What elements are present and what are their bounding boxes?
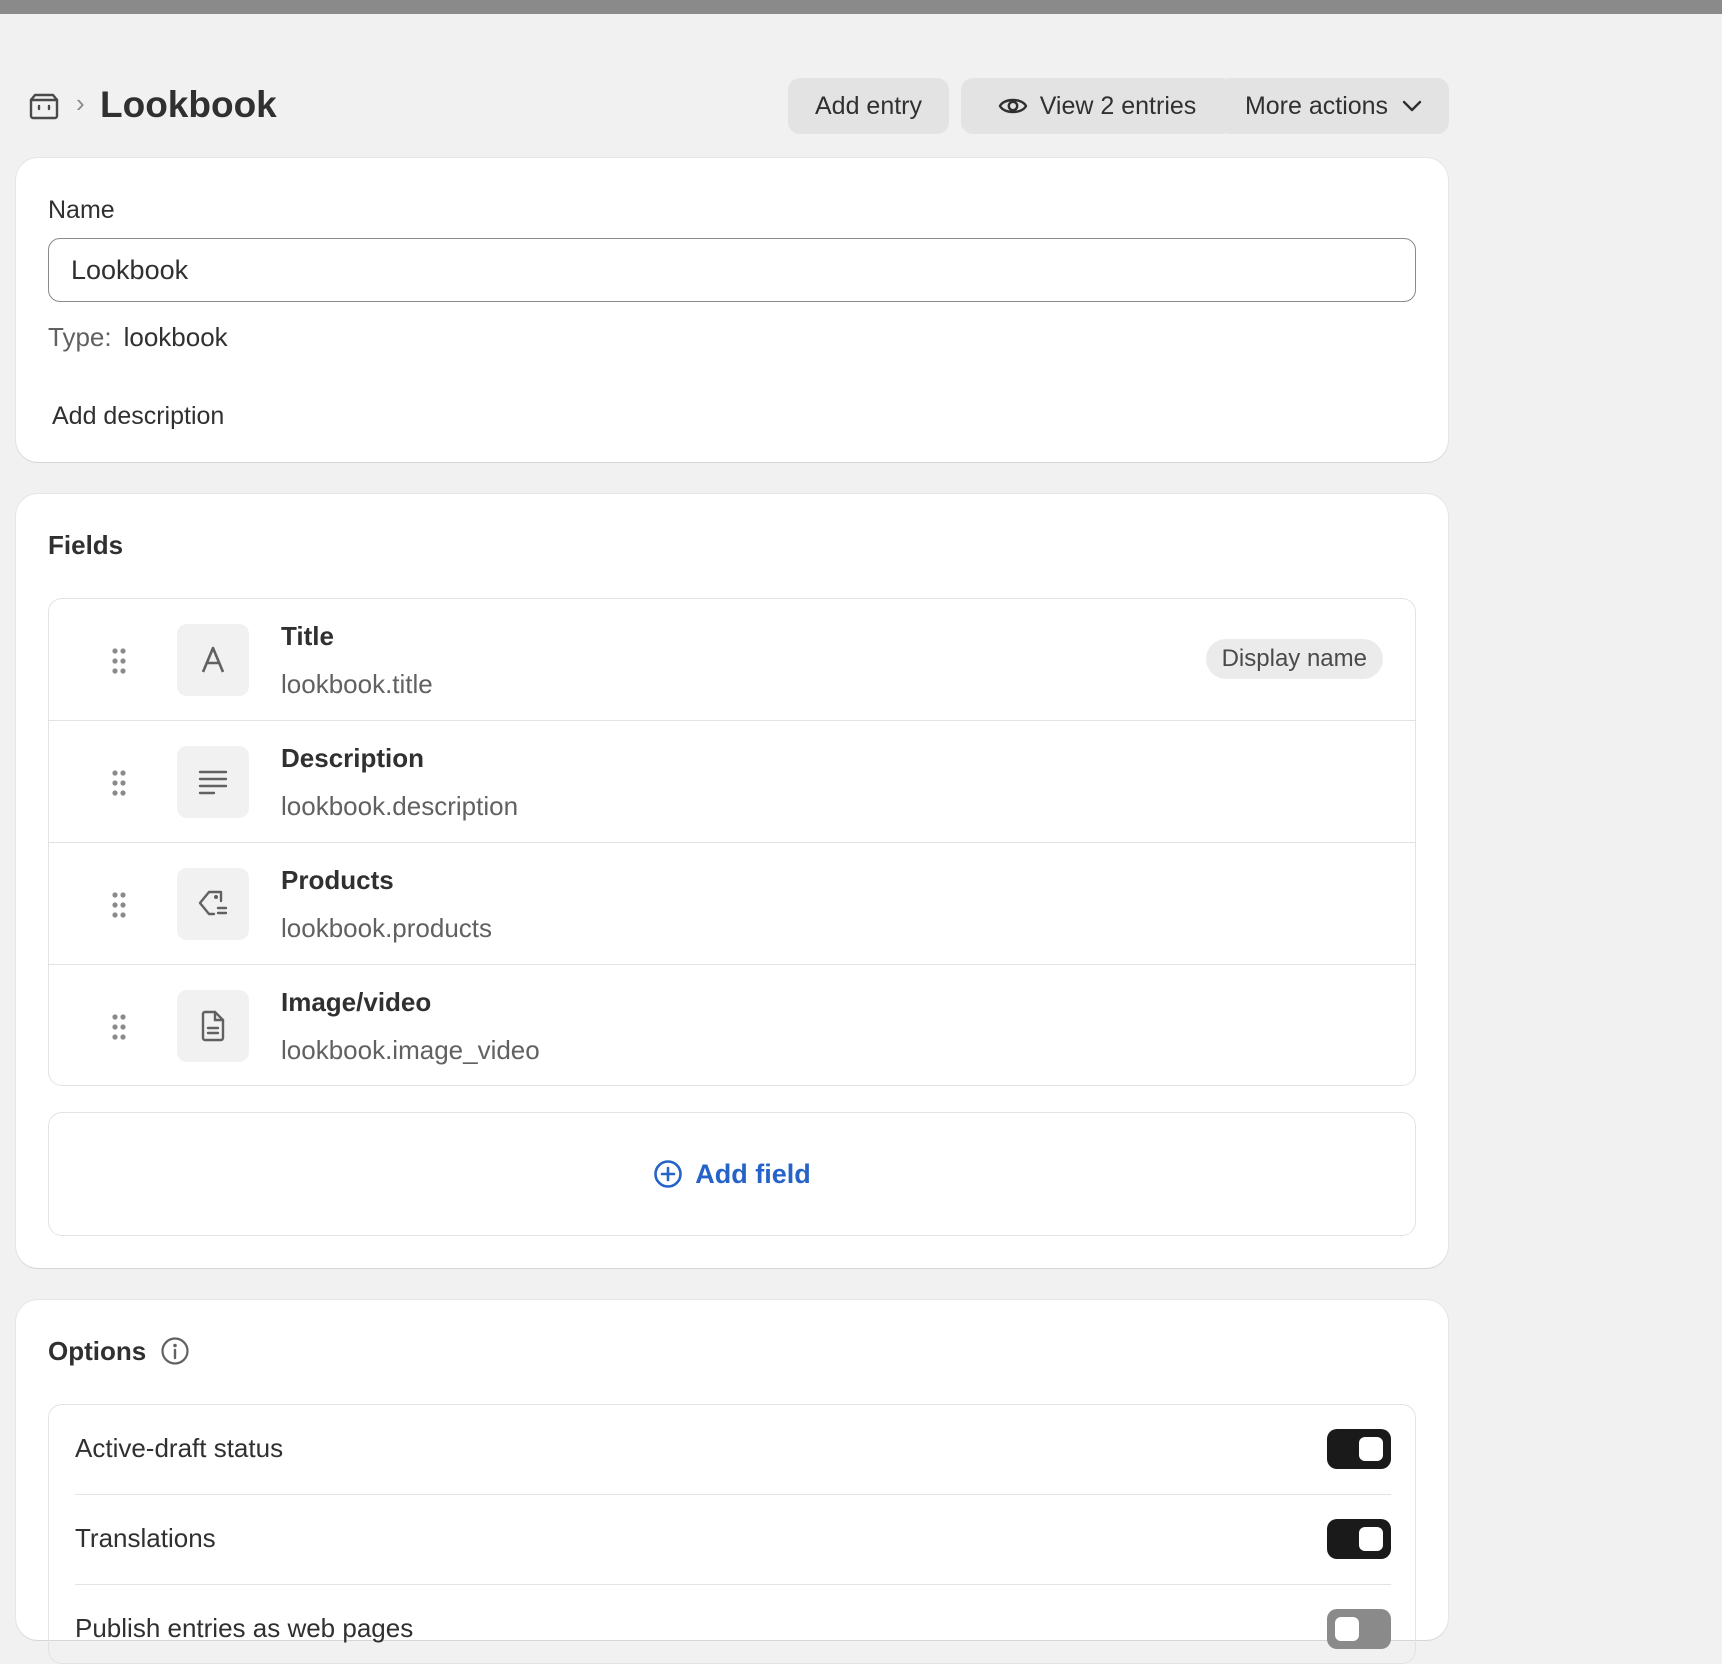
info-icon[interactable]: [160, 1336, 190, 1366]
field-key: lookbook.products: [281, 913, 493, 943]
field-name: Products: [281, 865, 394, 895]
drag-handle-icon[interactable]: [111, 891, 127, 919]
page-title: Lookbook: [100, 84, 277, 125]
field-row-products[interactable]: Products lookbook.products: [49, 843, 1415, 965]
eye-icon: [998, 98, 1028, 114]
chevron-down-icon: [1402, 100, 1422, 112]
plus-circle-icon: [654, 1160, 683, 1188]
type-row: Type: lookbook: [48, 322, 228, 353]
type-value: lookbook: [123, 322, 228, 352]
name-input[interactable]: [48, 238, 1416, 302]
option-label: Publish entries as web pages: [75, 1613, 414, 1643]
option-row-active-draft: Active-draft status: [75, 1405, 1391, 1495]
view-entries-button[interactable]: View 2 entries: [961, 78, 1233, 134]
option-row-publish-web-pages: Publish entries as web pages: [75, 1585, 1391, 1663]
name-label: Name: [48, 196, 115, 224]
toggle-knob: [1359, 1437, 1383, 1461]
fields-heading: Fields: [48, 530, 124, 560]
page-header: › Lookbook Add entry View 2 entries More…: [28, 78, 1449, 134]
field-key: lookbook.image_video: [281, 1035, 540, 1065]
add-description-button[interactable]: Add description: [52, 402, 224, 431]
publish-web-pages-toggle[interactable]: [1327, 1609, 1391, 1649]
options-list: Active-draft status Translations Publish…: [48, 1404, 1416, 1664]
file-icon: [177, 990, 249, 1062]
toggle-knob: [1359, 1527, 1383, 1551]
option-row-translations: Translations: [75, 1495, 1391, 1585]
drag-handle-icon[interactable]: [111, 769, 127, 797]
add-field-button[interactable]: Add field: [48, 1112, 1416, 1236]
options-heading: Options: [48, 1336, 147, 1366]
field-key: lookbook.title: [281, 669, 433, 699]
translations-toggle[interactable]: [1327, 1519, 1391, 1559]
more-actions-button[interactable]: More actions: [1218, 78, 1449, 134]
drag-handle-icon[interactable]: [111, 647, 127, 675]
top-bar: [0, 0, 1722, 14]
metaobject-icon[interactable]: [28, 92, 60, 120]
add-field-label: Add field: [695, 1158, 811, 1189]
text-icon: [177, 624, 249, 696]
field-name: Title: [281, 621, 334, 651]
display-name-badge: Display name: [1205, 639, 1383, 679]
options-card: Options Active-draft status Translations…: [16, 1300, 1448, 1664]
drag-handle-icon[interactable]: [111, 1013, 127, 1041]
field-list: Title lookbook.title Display name Descri…: [48, 598, 1416, 1086]
field-name: Description: [281, 743, 425, 773]
field-row-image-video[interactable]: Image/video lookbook.image_video: [49, 965, 1415, 1085]
field-name: Image/video: [281, 987, 432, 1017]
product-tag-icon: [177, 868, 249, 940]
field-row-description[interactable]: Description lookbook.description: [49, 721, 1415, 843]
type-label: Type:: [48, 322, 112, 352]
option-label: Active-draft status: [75, 1433, 284, 1463]
option-label: Translations: [75, 1523, 216, 1553]
field-key: lookbook.description: [281, 791, 519, 821]
add-entry-label: Add entry: [814, 91, 922, 120]
fields-card: Fields Title lookbook.title Display name: [16, 494, 1448, 1268]
add-entry-button[interactable]: Add entry: [788, 78, 949, 134]
field-row-title[interactable]: Title lookbook.title Display name: [49, 599, 1415, 721]
general-card: Name Type: lookbook Add description: [16, 158, 1448, 462]
breadcrumb-chevron-icon: ›: [76, 88, 85, 118]
multiline-text-icon: [177, 746, 249, 818]
view-entries-label: View 2 entries: [1039, 91, 1197, 120]
active-draft-toggle[interactable]: [1327, 1429, 1391, 1469]
more-actions-label: More actions: [1244, 91, 1389, 120]
toggle-knob: [1335, 1617, 1359, 1641]
